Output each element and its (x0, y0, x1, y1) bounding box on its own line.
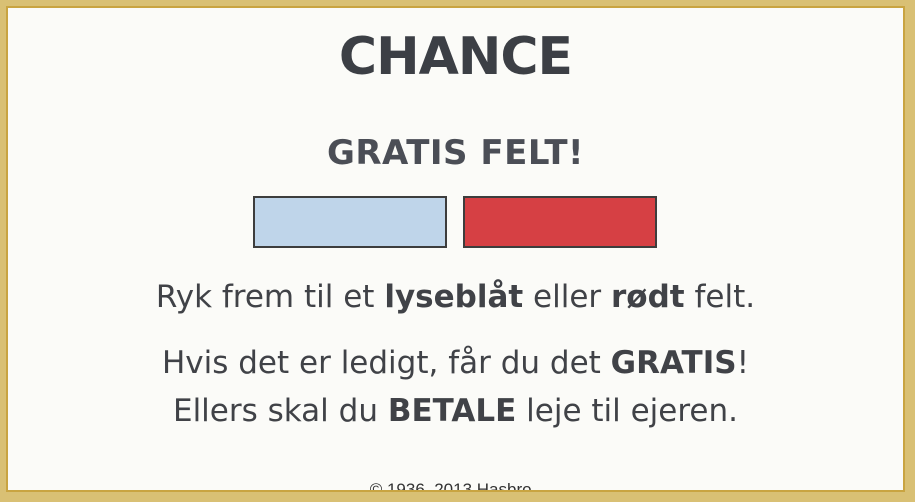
chance-card: CHANCE GRATIS FELT! Ryk frem til et lyse… (6, 6, 905, 492)
color-swatches (253, 196, 663, 250)
line1-bold-light-blue: lyseblåt (384, 279, 524, 315)
line1-text-c: eller (523, 279, 612, 315)
instruction-line-2: Hvis det er ledigt, får du det GRATIS! (8, 348, 903, 379)
line2-bold-gratis: GRATIS (610, 345, 737, 381)
copyright-notice: © 1936, 2013 Hasbro. (338, 478, 568, 490)
line1-text-e: felt. (684, 279, 756, 315)
instruction-line-1: Ryk frem til et lyseblåt eller rødt felt… (8, 282, 903, 313)
line1-text-a: Ryk frem til et (155, 279, 385, 315)
card-title: CHANCE (338, 27, 573, 87)
line2-text-c: ! (736, 345, 750, 381)
red-swatch (463, 196, 657, 248)
light-blue-swatch (253, 196, 447, 248)
card-subtitle: GRATIS FELT! (326, 133, 585, 173)
line3-bold-betale: BETALE (387, 393, 517, 429)
line3-text-c: leje til ejeren. (516, 393, 739, 429)
line2-text-a: Hvis det er ledigt, får du det (161, 345, 611, 381)
line1-bold-red: rødt (611, 279, 685, 315)
line3-text-a: Ellers skal du (172, 393, 388, 429)
instruction-line-3: Ellers skal du BETALE leje til ejeren. (8, 396, 903, 427)
